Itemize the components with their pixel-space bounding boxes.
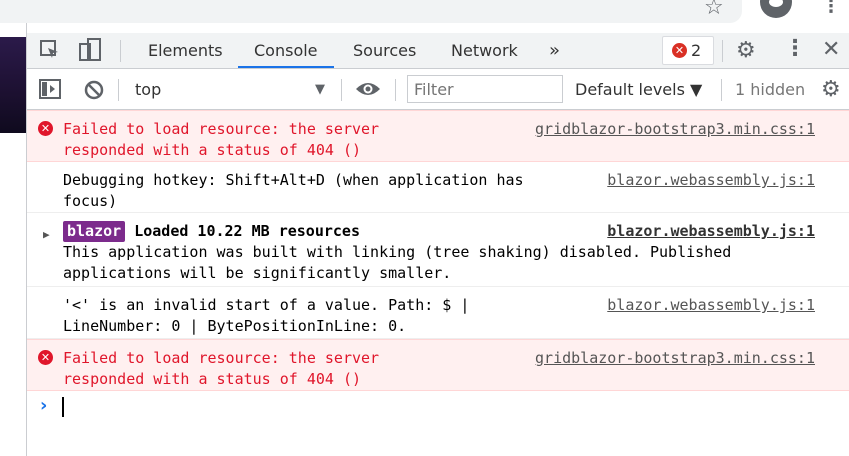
- address-bar[interactable]: [0, 0, 742, 23]
- prompt-icon: ›: [40, 395, 48, 416]
- account-avatar-icon[interactable]: [760, 0, 792, 18]
- message-source-link[interactable]: blazor.webassembly.js:1: [607, 221, 815, 242]
- toolbar-separator: [395, 79, 396, 101]
- message-text: Failed to load resource: the server resp…: [63, 120, 380, 159]
- device-toolbar-icon[interactable]: [77, 37, 103, 68]
- message-source-link[interactable]: blazor.webassembly.js:1: [607, 295, 815, 316]
- chrome-menu-icon[interactable]: ⋮: [822, 0, 840, 17]
- tab-console[interactable]: Console: [238, 33, 333, 68]
- console-input[interactable]: [62, 397, 64, 417]
- sidebar-toggle-icon[interactable]: [39, 79, 61, 104]
- error-icon: ✕: [38, 350, 53, 365]
- gear-icon[interactable]: ⚙: [821, 77, 841, 102]
- more-tabs-button[interactable]: »: [549, 33, 560, 68]
- page-viewport: [0, 23, 27, 456]
- console-message[interactable]: ✕ Failed to load resource: the server re…: [27, 339, 849, 391]
- message-source-link[interactable]: gridblazor-bootstrap3.min.css:1: [535, 348, 815, 369]
- devtools-top-gap: [27, 23, 849, 33]
- context-selector[interactable]: top: [135, 71, 161, 109]
- toolbar-separator: [120, 40, 121, 62]
- browser-chrome-top: ☆ ⋮: [0, 0, 849, 23]
- gear-icon[interactable]: ⚙: [736, 38, 756, 63]
- kebab-menu-icon[interactable]: ⋮: [784, 36, 806, 61]
- console-message[interactable]: ▶ blazor Loaded 10.22 MB resources This …: [27, 213, 849, 287]
- toolbar-separator: [341, 79, 342, 101]
- message-source-link[interactable]: gridblazor-bootstrap3.min.css:1: [535, 119, 815, 140]
- page-content-sliver: [0, 37, 26, 133]
- star-icon[interactable]: ☆: [704, 0, 724, 20]
- message-text: Debugging hotkey: Shift+Alt+D (when appl…: [63, 171, 524, 210]
- console-message[interactable]: ✕ Failed to load resource: the server re…: [27, 110, 849, 162]
- console-message[interactable]: Debugging hotkey: Shift+Alt+D (when appl…: [27, 162, 849, 213]
- message-text: Failed to load resource: the server resp…: [63, 349, 380, 388]
- console-message[interactable]: '<' is an invalid start of a value. Path…: [27, 287, 849, 339]
- close-icon[interactable]: ✕: [822, 37, 840, 62]
- chevron-down-icon[interactable]: ▼: [315, 71, 325, 109]
- expand-arrow-icon[interactable]: ▶: [43, 224, 50, 245]
- filter-input[interactable]: [407, 75, 563, 103]
- toolbar-separator: [722, 40, 723, 62]
- devtools-tab-bar: Elements Console Sources Network » ✕ 2 ⚙…: [27, 33, 849, 69]
- hidden-count: 1 hidden: [735, 80, 806, 99]
- message-text: '<' is an invalid start of a value. Path…: [63, 296, 470, 335]
- tab-elements[interactable]: Elements: [148, 33, 223, 68]
- message-title: Loaded 10.22 MB resources: [134, 222, 360, 240]
- tab-network[interactable]: Network: [451, 33, 518, 68]
- error-count: 2: [691, 41, 702, 60]
- tab-sources[interactable]: Sources: [353, 33, 416, 68]
- clear-console-icon[interactable]: [83, 79, 105, 106]
- eye-icon[interactable]: [355, 79, 381, 104]
- inspect-element-icon[interactable]: [39, 39, 61, 66]
- error-icon: ✕: [672, 43, 687, 58]
- toolbar-separator: [721, 79, 722, 101]
- error-count-badge[interactable]: ✕ 2: [662, 36, 714, 65]
- devtools-panel: Elements Console Sources Network » ✕ 2 ⚙…: [27, 23, 849, 456]
- toolbar-separator: [118, 79, 119, 101]
- log-levels-dropdown[interactable]: Default levels ▼: [575, 71, 702, 109]
- message-source-link[interactable]: blazor.webassembly.js:1: [607, 170, 815, 191]
- error-icon: ✕: [38, 121, 53, 136]
- blazor-badge: blazor: [63, 221, 126, 242]
- console-filter-bar: top ▼ Default levels ▼ 1 hidden ⚙: [27, 71, 849, 110]
- message-text: This application was built with linking …: [63, 243, 732, 282]
